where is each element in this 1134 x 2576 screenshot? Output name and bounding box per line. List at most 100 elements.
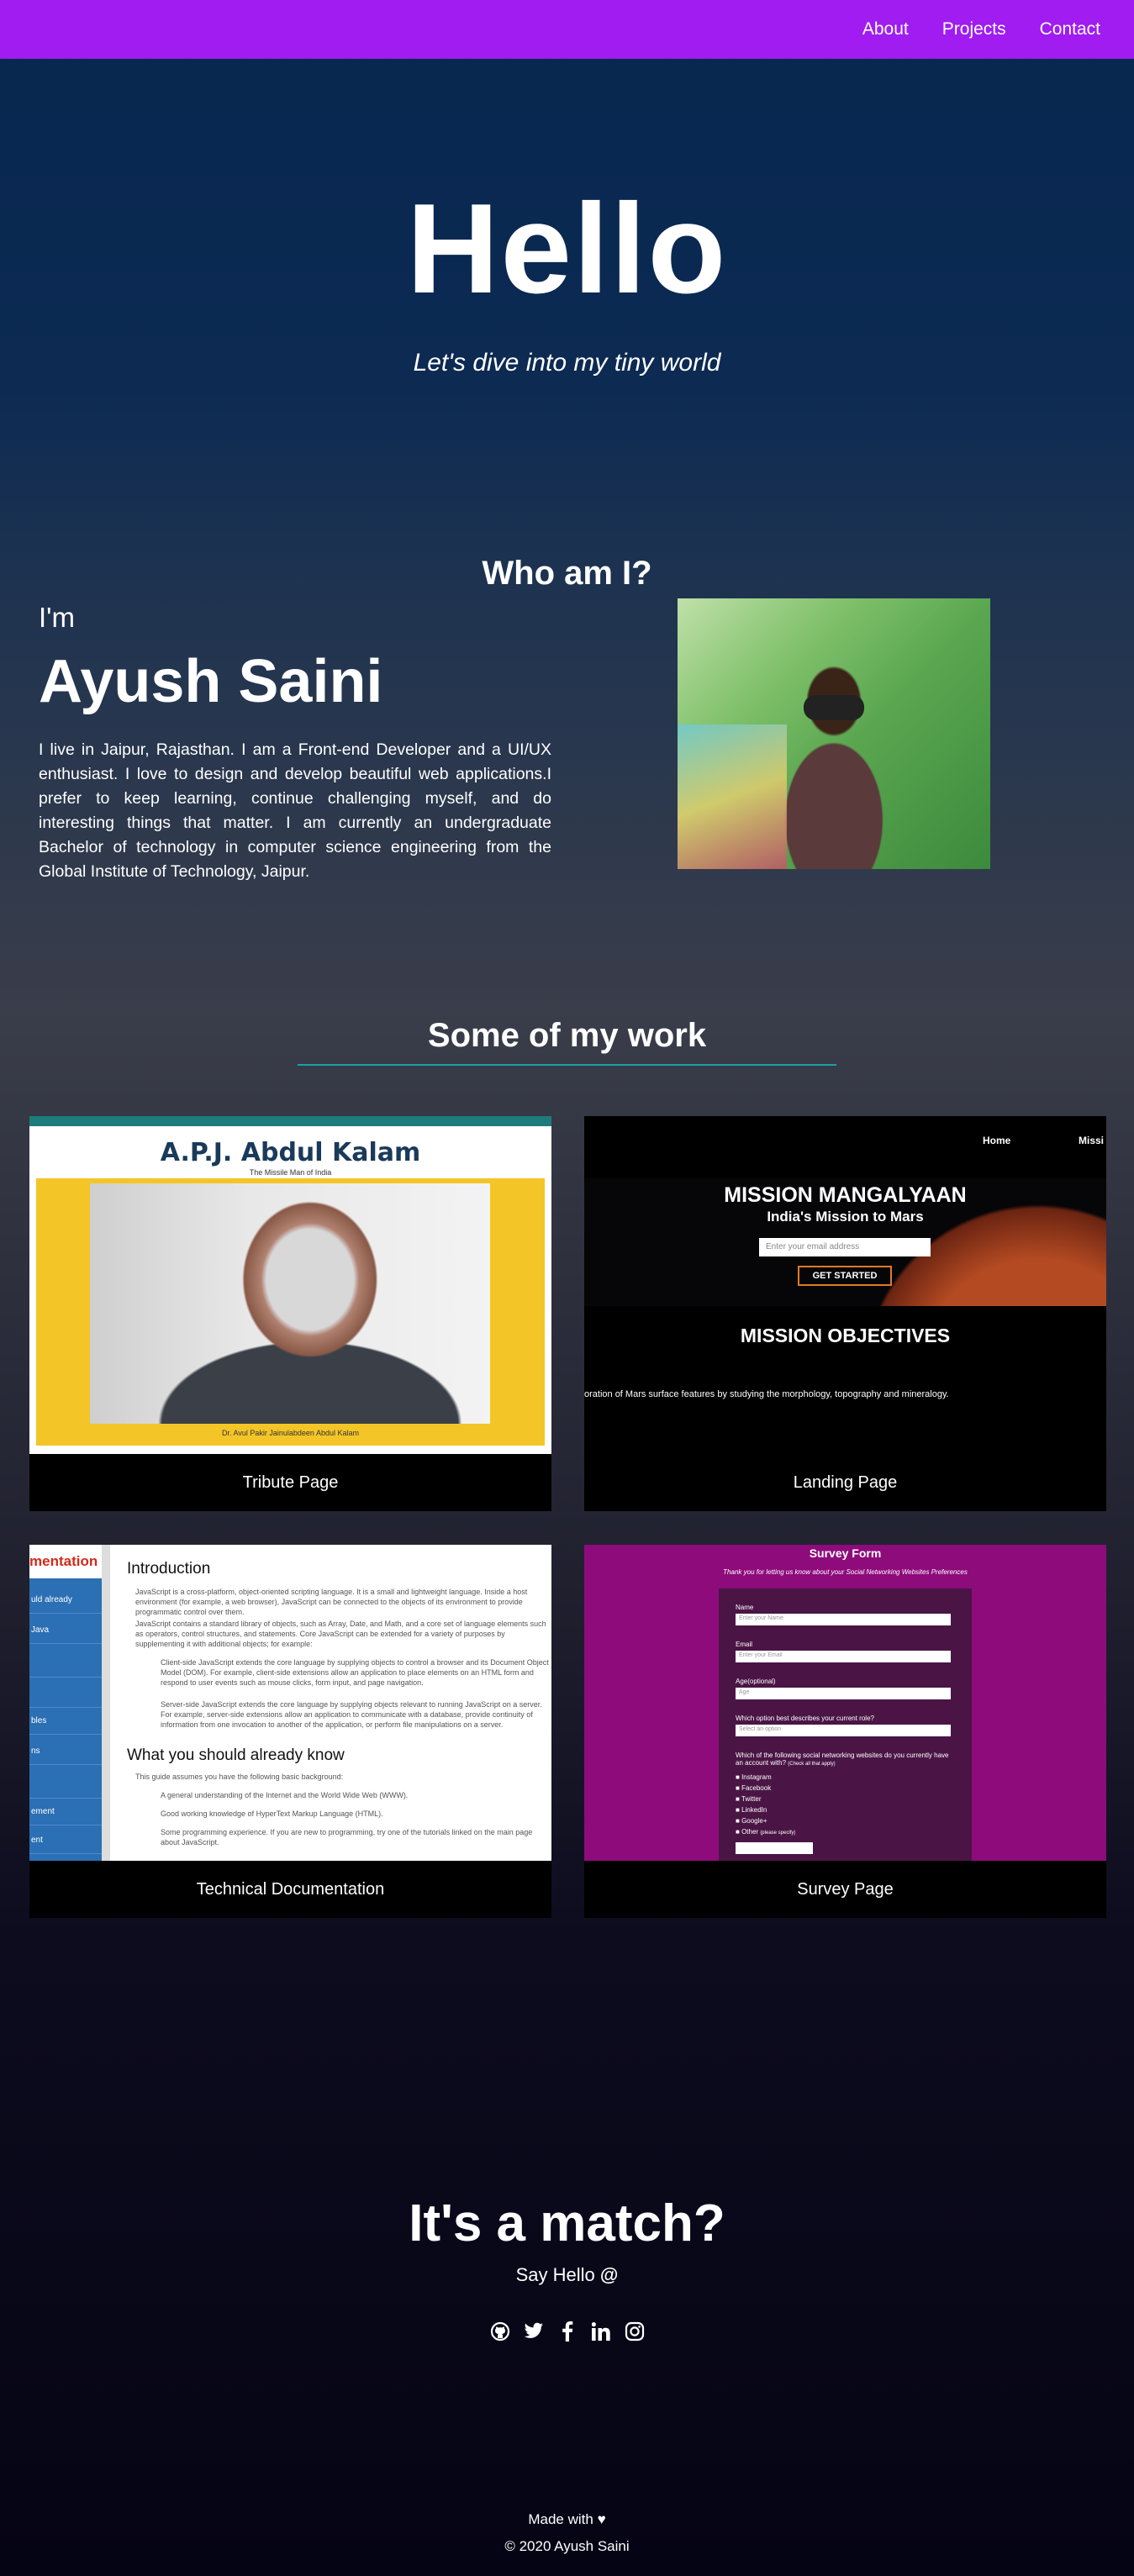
landing-email-input: Enter your email address: [759, 1238, 931, 1256]
landing-objective-text: oration of Mars surface features by stud…: [584, 1389, 949, 1399]
survey-age-label: Age(optional): [736, 1678, 776, 1685]
say-hello-text: Say Hello: [515, 2264, 595, 2285]
docs-list-item: Server-side JavaScript extends the core …: [161, 1700, 542, 1729]
survey-email-label: Email: [736, 1641, 753, 1648]
landing-nav-home: Home: [983, 1135, 1011, 1146]
about-name: Ayush Saini: [39, 648, 383, 715]
tribute-image-frame: Dr. Avul Pakir Jainulabdeen Abdul Kalam: [36, 1178, 545, 1446]
say-hello-link[interactable]: Say Hello @: [0, 2264, 1134, 2286]
survey-role-select: Select an option: [736, 1725, 951, 1736]
docs-know-heading: What you should already know: [127, 1746, 345, 1764]
project-card-survey[interactable]: Survey Form Thank you for letting us kno…: [584, 1545, 1106, 1918]
footer-made-with: Made with ♥: [0, 2511, 1134, 2528]
twitter-icon[interactable]: [524, 2321, 544, 2342]
github-icon[interactable]: [490, 2321, 510, 2342]
profile-photo: [678, 598, 990, 869]
project-label-tribute: Tribute Page: [242, 1472, 339, 1492]
survey-subtitle: Thank you for letting us know about your…: [723, 1568, 968, 1576]
project-label-survey: Survey Page: [797, 1879, 894, 1899]
nav-about-link[interactable]: About: [862, 19, 909, 40]
work-section-title: Some of my work: [427, 1017, 707, 1054]
photo-background: [678, 724, 787, 869]
docs-sidebar-item: bles: [29, 1708, 102, 1735]
survey-checkbox-label: Facebook: [741, 1784, 772, 1792]
linkedin-icon[interactable]: [591, 2321, 611, 2342]
survey-checkbox-label: Other: [741, 1828, 759, 1836]
nav-projects-link[interactable]: Projects: [942, 19, 1006, 40]
survey-email-input: Enter your Email: [736, 1651, 951, 1662]
survey-checkbox: ■ Facebook: [736, 1784, 772, 1792]
project-screenshot-docs: uld already Java bles ns ement ent menta…: [29, 1545, 551, 1861]
docs-paragraph: JavaScript is a cross-platform, object-o…: [135, 1588, 528, 1616]
footer-made-text: Made with: [528, 2511, 593, 2527]
docs-sidebar-item: Java: [29, 1617, 102, 1644]
survey-title: Survey Form: [809, 1546, 882, 1560]
landing-objectives-title: MISSION OBJECTIVES: [740, 1325, 951, 1346]
docs-sidebar-item: [29, 1647, 102, 1678]
navbar: About Projects Contact: [0, 0, 1134, 59]
survey-other-hint: (please specify): [760, 1831, 796, 1836]
survey-checkbox: ■ Instagram: [736, 1773, 772, 1781]
survey-form: Name Enter your Name Email Enter your Em…: [719, 1588, 972, 1861]
docs-list-item: Some programming experience. If you are …: [161, 1828, 533, 1846]
landing-nav-mission: Missi: [1079, 1135, 1105, 1146]
about-bio: I live in Jaipur, Rajasthan. I am a Fron…: [39, 740, 551, 881]
survey-checkbox-label: Instagram: [741, 1773, 772, 1781]
survey-sites-hint: (Check all that apply): [788, 1762, 836, 1767]
docs-sidebar-item: [29, 1768, 102, 1799]
docs-sidebar-title: mentation: [29, 1545, 110, 1578]
tribute-motto: The Missile Man of India: [249, 1168, 332, 1177]
docs-list-item: A general understanding of the Internet …: [161, 1791, 409, 1799]
project-card-landing[interactable]: Home Missi MISSION MANGALYAAN India's Mi…: [584, 1116, 1106, 1511]
project-card-docs[interactable]: uld already Java bles ns ement ent menta…: [29, 1545, 551, 1918]
survey-other-input: [736, 1842, 813, 1854]
docs-sidebar-item: ent: [29, 1827, 102, 1854]
project-screenshot-tribute: A.P.J. Abdul Kalam The Missile Man of In…: [29, 1116, 551, 1454]
facebook-icon[interactable]: [557, 2321, 578, 2342]
survey-checkbox: ■ Twitter: [736, 1795, 762, 1803]
survey-name-input: Enter your Name: [736, 1614, 951, 1625]
survey-checkbox: ■ LinkedIn: [736, 1806, 767, 1814]
project-card-tribute[interactable]: A.P.J. Abdul Kalam The Missile Man of In…: [29, 1116, 551, 1511]
docs-paragraph: This guide assumes you have the followin…: [135, 1773, 344, 1781]
landing-subheading: India's Mission to Mars: [767, 1209, 924, 1225]
instagram-icon[interactable]: [625, 2321, 645, 2342]
docs-sidebar-item: [29, 1678, 102, 1708]
tribute-top-bar: [29, 1116, 551, 1126]
docs-sidebar-item: ement: [29, 1799, 102, 1825]
work-title-underline: [298, 1064, 836, 1066]
social-links: [0, 2321, 1134, 2342]
docs-paragraph: JavaScript contains a standard library o…: [135, 1620, 546, 1648]
contact-title: It's a match?: [409, 2194, 725, 2252]
project-label-docs: Technical Documentation: [196, 1879, 385, 1899]
heart-icon: ♥: [597, 2511, 606, 2527]
tribute-title: A.P.J. Abdul Kalam: [160, 1138, 421, 1167]
docs-sidebar-item: ns: [29, 1738, 102, 1765]
survey-age-input: Age: [736, 1688, 951, 1699]
survey-name-label: Name: [736, 1604, 754, 1611]
survey-checkbox: ■ Google+: [736, 1817, 767, 1825]
about-section-title: Who am I?: [482, 555, 652, 592]
docs-intro-heading: Introduction: [127, 1560, 211, 1578]
project-label-landing: Landing Page: [793, 1472, 898, 1492]
docs-scrollbar: [102, 1545, 110, 1861]
landing-heading: MISSION MANGALYAAN: [724, 1183, 967, 1207]
hero-title: Hello: [406, 177, 728, 320]
photo-sunglasses: [804, 695, 864, 720]
survey-checkbox-label: Twitter: [741, 1795, 762, 1803]
landing-cta-button: GET STARTED: [798, 1266, 892, 1286]
survey-checkbox-label: Google+: [741, 1817, 767, 1825]
docs-list-item: Good working knowledge of HyperText Mark…: [161, 1810, 383, 1818]
survey-sites-question: Which of the following social networking…: [736, 1752, 949, 1767]
survey-sites-label: Which of the following social networking…: [736, 1752, 951, 1767]
project-screenshot-landing: Home Missi MISSION MANGALYAAN India's Mi…: [584, 1116, 1106, 1454]
docs-list-item: Client-side JavaScript extends the core …: [161, 1658, 549, 1687]
footer-copyright: © 2020 Ayush Saini: [504, 2538, 630, 2554]
nav-contact-link[interactable]: Contact: [1040, 19, 1100, 40]
survey-checkbox: ■ Other (please specify): [736, 1828, 796, 1836]
project-screenshot-survey: Survey Form Thank you for letting us kno…: [584, 1545, 1106, 1861]
tribute-photo: [90, 1183, 490, 1424]
about-intro: I'm: [39, 602, 75, 633]
docs-sidebar-item: uld already: [29, 1587, 102, 1614]
survey-checkbox-label: LinkedIn: [741, 1806, 767, 1814]
